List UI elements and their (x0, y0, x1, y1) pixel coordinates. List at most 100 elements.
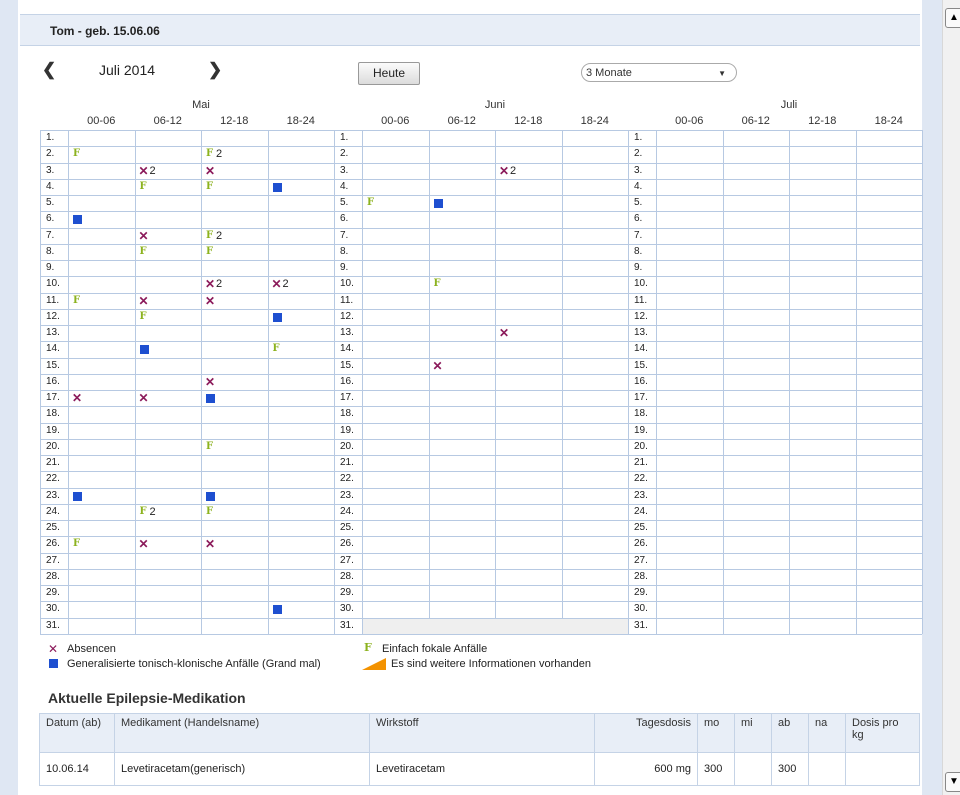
day-label: 25. (634, 522, 648, 533)
focal-marker: F (367, 197, 375, 208)
grid-row-line (628, 357, 922, 359)
grand-mal-marker (272, 182, 282, 192)
day-label: 17. (634, 392, 648, 403)
grid-row-line (628, 373, 922, 375)
cell-mo: 300 (697, 752, 735, 786)
prev-month-button[interactable]: ❮ (42, 60, 56, 80)
grid-row-line (40, 617, 334, 619)
next-month-button[interactable]: ❯ (208, 60, 222, 80)
event-count: 2 (216, 278, 223, 291)
grid-row-line (40, 308, 334, 310)
focal-marker: F (433, 278, 441, 290)
grid-row-line (334, 633, 628, 635)
grid-row-line (40, 390, 334, 391)
grid-col-line (922, 130, 923, 634)
grid-row-line (628, 390, 922, 391)
grid-row-line (40, 471, 334, 473)
day-label: 30. (46, 603, 60, 615)
absence-marker: ✕ (138, 391, 149, 405)
focal-marker: F (73, 148, 81, 160)
grid-row-line (628, 633, 922, 635)
scroll-up-icon[interactable]: ▲ (945, 8, 960, 28)
scroll-down-icon[interactable]: ▼ (945, 772, 960, 792)
today-button[interactable]: Heute (358, 62, 420, 85)
day-label: 26. (46, 538, 60, 550)
range-select-value: 3 Monate (586, 67, 632, 79)
focal-marker: F (139, 245, 147, 257)
focal-marker: F (206, 245, 214, 257)
grid-row-line (334, 406, 628, 408)
day-label: 5. (634, 197, 643, 208)
grid-row-line (334, 195, 628, 196)
day-label: 21. (340, 457, 354, 468)
day-label: 20. (634, 440, 648, 452)
day-label: 16. (340, 375, 354, 387)
day-label: 10. (634, 278, 648, 290)
focal-marker: F (206, 440, 214, 452)
slot-header: 12-18 (808, 115, 837, 127)
vertical-scrollbar[interactable]: ▲ ▼ (942, 0, 960, 795)
grid-row-line (628, 308, 922, 310)
grand-mal-marker (433, 199, 443, 208)
background-left (0, 0, 18, 795)
grid-row-line (40, 503, 334, 505)
grid-row-line (40, 260, 334, 261)
grid-col-line (267, 130, 269, 634)
grid-col-line (362, 130, 363, 634)
day-label: 15. (340, 359, 354, 371)
day-label: 22. (634, 473, 648, 485)
grid-row-line (628, 585, 922, 586)
grid-row-line (628, 503, 922, 505)
slot-header: 00-06 (381, 115, 410, 127)
day-label: 11. (46, 294, 60, 306)
grand-mal-icon (49, 659, 58, 668)
cell-datum: 10.06.14 (39, 752, 115, 786)
day-label: 24. (46, 505, 60, 517)
chevron-down-icon: ▼ (718, 69, 726, 78)
absence-marker: ✕ (432, 358, 443, 373)
grid-row-line (628, 292, 922, 294)
day-label: 27. (340, 554, 354, 566)
grid-row-line (334, 455, 628, 456)
day-label: 10. (340, 278, 354, 290)
day-label: 5. (46, 197, 55, 208)
grid-row-line (40, 520, 334, 521)
absence-icon: ✕ (48, 642, 59, 656)
day-label: 21. (634, 457, 648, 468)
focal-marker: F (139, 310, 147, 322)
day-label: 12. (46, 310, 60, 322)
grid-row-line (628, 260, 922, 261)
grid-row-line (334, 341, 628, 343)
grid-row-line (628, 617, 922, 619)
header-ab: ab (771, 713, 809, 753)
absence-marker: ✕ (499, 326, 510, 340)
day-label: 6. (634, 213, 643, 225)
day-label: 12. (340, 310, 354, 322)
grid-col-line (789, 130, 790, 634)
absence-marker: ✕ (138, 293, 149, 308)
day-label: 3. (46, 164, 55, 176)
header-mo: mo (697, 713, 735, 753)
day-label: 19. (340, 424, 354, 436)
event-count: 2 (282, 278, 289, 291)
cell-na (808, 752, 846, 786)
day-label: 17. (46, 392, 60, 403)
grid-row-line (628, 178, 922, 180)
day-label: 24. (340, 505, 354, 517)
day-label: 14. (46, 343, 60, 355)
grid-row-line (628, 536, 922, 538)
range-select[interactable]: 3 Monate ▼ (581, 63, 737, 82)
header-wirkstoff: Wirkstoff (369, 713, 595, 753)
day-label: 31. (46, 619, 60, 631)
day-label: 1. (340, 132, 349, 143)
grid-col-line (201, 130, 202, 634)
focal-marker: F (272, 343, 280, 355)
day-label: 18. (340, 408, 354, 420)
day-label: 18. (634, 408, 648, 420)
focal-icon: F (364, 641, 372, 654)
day-label: 29. (634, 587, 648, 598)
day-label: 23. (634, 489, 648, 501)
day-label: 13. (46, 327, 60, 338)
focal-marker: F (206, 180, 214, 192)
absence-marker: ✕ (205, 163, 216, 178)
